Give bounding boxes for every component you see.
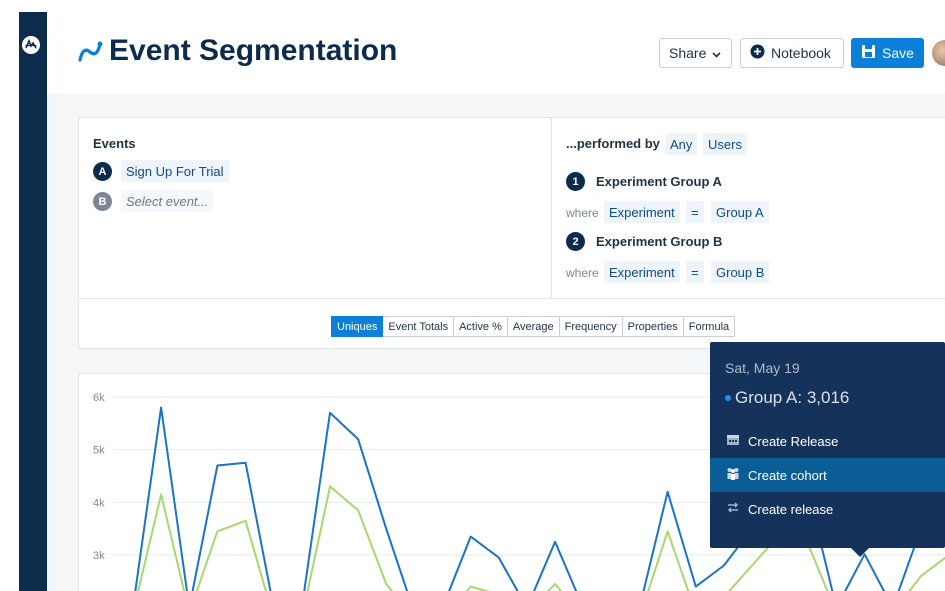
plus-circle-icon xyxy=(750,44,765,62)
y-tick-label: 4k xyxy=(93,497,105,509)
group-badge-1: 1 xyxy=(566,172,585,191)
event-badge-a: A xyxy=(93,162,112,181)
group-a-property[interactable]: Experiment xyxy=(604,201,680,223)
create-release-label: Create Release xyxy=(748,433,839,449)
tab-average[interactable]: Average xyxy=(507,316,560,337)
chevron-down-icon xyxy=(712,45,721,61)
left-nav xyxy=(19,12,47,591)
group-b-name[interactable]: Experiment Group B xyxy=(596,234,722,249)
group-a-name[interactable]: Experiment Group A xyxy=(596,174,722,189)
tab-active-percent[interactable]: Active % xyxy=(454,316,508,337)
event-b-selector[interactable]: Select event... xyxy=(121,190,214,212)
share-label: Share xyxy=(669,45,707,61)
performed-by-heading: ...performed by xyxy=(566,136,660,151)
save-button[interactable]: Save xyxy=(851,38,924,68)
page-title: Event Segmentation xyxy=(109,34,398,67)
app-window: Event Segmentation Share Notebook Save E… xyxy=(0,0,945,591)
notebook-button[interactable]: Notebook xyxy=(740,38,844,68)
event-a-selector[interactable]: Sign Up For Trial xyxy=(121,160,229,182)
notebook-label: Notebook xyxy=(771,45,831,61)
where-label: where xyxy=(566,206,599,220)
group-b-operator[interactable]: = xyxy=(686,261,704,283)
group-a-value[interactable]: Group A xyxy=(711,201,769,223)
share-button[interactable]: Share xyxy=(659,38,732,68)
y-tick-label: 6k xyxy=(93,392,105,404)
release-arrows-icon xyxy=(726,501,740,517)
metric-tabs: Uniques Event Totals Active % Average Fr… xyxy=(331,316,736,337)
create-cohort-action[interactable]: Create cohort xyxy=(710,458,945,492)
amplitude-logo-icon[interactable] xyxy=(22,36,40,54)
tab-uniques[interactable]: Uniques xyxy=(331,316,384,337)
top-strip xyxy=(0,0,945,12)
users-selector[interactable]: Users xyxy=(703,133,747,155)
create-release-2-label: Create release xyxy=(748,501,834,517)
segmentation-icon xyxy=(77,40,103,69)
tooltip-date: Sat, May 19 xyxy=(725,360,800,376)
y-tick-label: 5k xyxy=(93,445,105,457)
group-badge-2: 2 xyxy=(566,232,585,251)
tooltip-pointer xyxy=(850,547,870,557)
tooltip-value: Group A: 3,016 xyxy=(725,388,849,408)
save-label: Save xyxy=(882,45,914,61)
y-tick-label: 3k xyxy=(93,550,105,562)
tab-frequency[interactable]: Frequency xyxy=(559,316,623,337)
event-badge-b: B xyxy=(93,192,112,211)
group-b-property[interactable]: Experiment xyxy=(604,261,680,283)
people-icon xyxy=(726,467,740,483)
where-label: where xyxy=(566,266,599,280)
divider xyxy=(79,298,945,299)
event-b-placeholder: Select event... xyxy=(126,193,209,209)
floppy-disk-icon xyxy=(861,44,876,62)
calendar-icon xyxy=(726,433,740,449)
chart-tooltip: Sat, May 19 Group A: 3,016 Create Releas… xyxy=(710,342,945,557)
tab-properties[interactable]: Properties xyxy=(622,316,684,337)
events-heading: Events xyxy=(93,136,136,151)
main-content: Event Segmentation Share Notebook Save E… xyxy=(47,12,945,591)
tab-formula[interactable]: Formula xyxy=(683,316,736,337)
query-builder-card: Events A Sign Up For Trial B Select even… xyxy=(78,117,945,349)
group-b-value[interactable]: Group B xyxy=(711,261,770,283)
performed-by-panel: ...performed by Any Users 1 Experiment G… xyxy=(551,118,945,298)
events-panel: Events A Sign Up For Trial B Select even… xyxy=(79,118,551,298)
any-selector[interactable]: Any xyxy=(665,133,698,155)
create-cohort-label: Create cohort xyxy=(748,467,827,483)
create-release-action[interactable]: Create Release xyxy=(710,424,945,458)
create-release-2-action[interactable]: Create release xyxy=(710,492,945,526)
page-header: Event Segmentation Share Notebook Save xyxy=(47,12,945,94)
tab-event-totals[interactable]: Event Totals xyxy=(383,316,455,337)
user-avatar[interactable] xyxy=(932,40,945,66)
group-a-operator[interactable]: = xyxy=(686,201,704,223)
tooltip-value-text: Group A: 3,016 xyxy=(735,388,850,407)
series-dot-icon xyxy=(725,395,731,401)
